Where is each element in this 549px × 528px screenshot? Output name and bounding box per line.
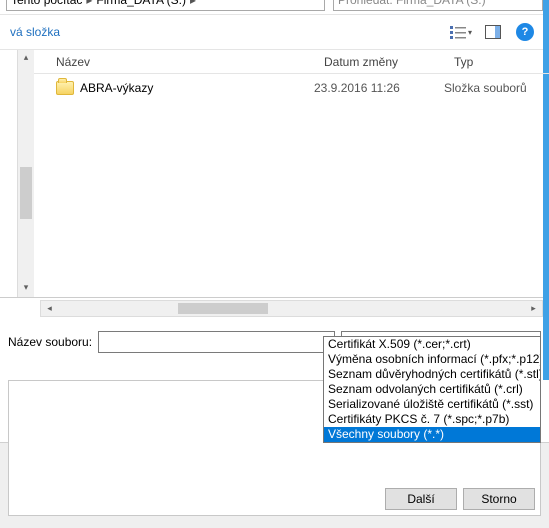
- chevron-right-icon: ▸: [190, 0, 196, 7]
- scroll-thumb[interactable]: [20, 167, 32, 219]
- view-details-button[interactable]: ▾: [447, 20, 475, 44]
- scroll-down-button[interactable]: ▾: [18, 280, 34, 297]
- help-icon: ?: [516, 23, 534, 41]
- file-rows: ABRA-výkazy 23.9.2016 11:26 Složka soubo…: [34, 74, 549, 297]
- file-list: Název Datum změny Typ ABRA-výkazy 23.9.2…: [34, 50, 549, 297]
- next-button[interactable]: Další: [385, 488, 457, 510]
- nav-vertical-scrollbar[interactable]: ▴ ▾: [17, 50, 34, 297]
- dropdown-option[interactable]: Všechny soubory (*.*): [324, 427, 540, 442]
- dropdown-option[interactable]: Seznam důvěryhodných certifikátů (*.stl): [324, 367, 540, 382]
- new-folder-button[interactable]: vá složka: [10, 25, 60, 39]
- help-button[interactable]: ?: [511, 20, 539, 44]
- address-row: Tento počítač ▸ Firma_DATA (S:) ▸ Prohle…: [0, 0, 549, 14]
- scroll-right-button[interactable]: ▸: [525, 301, 542, 316]
- file-list-pane: ▴ ▾ Název Datum změny Typ ABRA-výkazy 23…: [0, 50, 549, 298]
- search-placeholder: Prohledat: Firma_DATA (S:): [338, 0, 486, 7]
- scroll-track[interactable]: [18, 67, 34, 280]
- dropdown-option[interactable]: Seznam odvolaných certifikátů (*.crl): [324, 382, 540, 397]
- file-type-dropdown[interactable]: Certifikát X.509 (*.cer;*.crt) Výměna os…: [323, 336, 541, 443]
- scroll-left-button[interactable]: ◂: [41, 301, 58, 316]
- filename-label: Název souboru:: [8, 335, 92, 349]
- list-horizontal-scrollbar[interactable]: ◂ ▸: [40, 300, 543, 317]
- cell-type: Složka souborů: [444, 81, 549, 95]
- scroll-up-button[interactable]: ▴: [18, 50, 34, 67]
- breadcrumb-seg-1[interactable]: Tento počítač: [11, 0, 82, 7]
- folder-icon: [56, 81, 74, 95]
- cancel-button[interactable]: Storno: [463, 488, 535, 510]
- chevron-right-icon: ▸: [86, 0, 92, 7]
- list-view-icon: [450, 25, 466, 39]
- column-header-name[interactable]: Název: [34, 55, 314, 69]
- breadcrumb[interactable]: Tento počítač ▸ Firma_DATA (S:) ▸: [6, 0, 325, 11]
- preview-pane-button[interactable]: [479, 20, 507, 44]
- column-header-date[interactable]: Datum změny: [314, 55, 444, 69]
- preview-pane-icon: [485, 25, 501, 39]
- breadcrumb-seg-2[interactable]: Firma_DATA (S:): [96, 0, 186, 7]
- column-header-type[interactable]: Typ: [444, 55, 549, 69]
- dropdown-option[interactable]: Certifikáty PKCS č. 7 (*.spc;*.p7b): [324, 412, 540, 427]
- filename-input[interactable]: ▾: [98, 331, 335, 353]
- scroll-track[interactable]: [58, 301, 525, 316]
- dropdown-option[interactable]: Výměna osobních informací (*.pfx;*.p12): [324, 352, 540, 367]
- dropdown-option[interactable]: Serializované úložiště certifikátů (*.ss…: [324, 397, 540, 412]
- search-input[interactable]: Prohledat: Firma_DATA (S:): [333, 0, 543, 11]
- column-headers: Název Datum změny Typ: [34, 50, 549, 74]
- scroll-thumb[interactable]: [178, 303, 268, 314]
- dialog-buttons: Další Storno: [385, 488, 535, 510]
- table-row[interactable]: ABRA-výkazy 23.9.2016 11:26 Složka soubo…: [34, 74, 549, 102]
- cell-date: 23.9.2016 11:26: [314, 81, 444, 95]
- nav-tree-panel[interactable]: ▴ ▾: [0, 50, 34, 297]
- dropdown-option[interactable]: Certifikát X.509 (*.cer;*.crt): [324, 337, 540, 352]
- chevron-down-icon: ▾: [468, 28, 472, 37]
- row-name: ABRA-výkazy: [80, 81, 153, 95]
- cell-name: ABRA-výkazy: [34, 81, 314, 95]
- toolbar: vá složka ▾ ?: [0, 14, 549, 50]
